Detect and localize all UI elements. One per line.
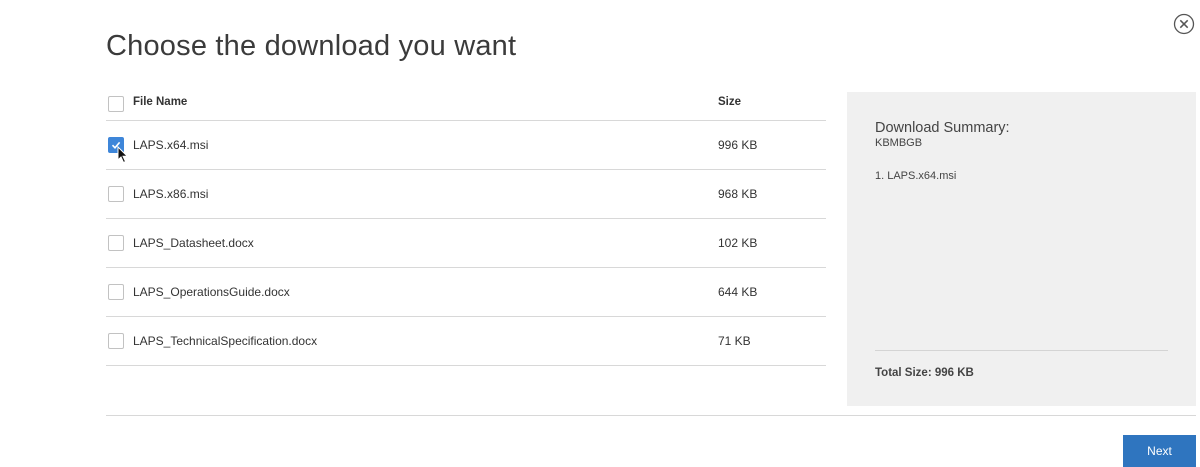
file-name: LAPS_Datasheet.docx <box>133 236 254 250</box>
close-icon[interactable] <box>1173 13 1195 35</box>
file-checkbox[interactable] <box>108 284 124 300</box>
table-row[interactable]: LAPS_OperationsGuide.docx 644 KB <box>106 268 826 317</box>
select-all-checkbox[interactable] <box>108 96 124 112</box>
file-checkbox[interactable] <box>108 186 124 202</box>
table-row[interactable]: LAPS.x86.msi 968 KB <box>106 170 826 219</box>
file-name: LAPS.x86.msi <box>133 187 209 201</box>
file-name: LAPS_TechnicalSpecification.docx <box>133 334 318 348</box>
download-summary-panel: Download Summary: KBMBGB 1. LAPS.x64.msi… <box>847 92 1196 406</box>
footer-divider <box>106 415 1196 416</box>
file-name: LAPS.x64.msi <box>133 138 209 152</box>
table-row[interactable]: LAPS_Datasheet.docx 102 KB <box>106 219 826 268</box>
summary-total-size: Total Size: 996 KB <box>875 367 974 379</box>
file-size: 102 KB <box>718 236 758 250</box>
file-table: File Name Size LAPS.x64.msi 996 KB LAPS.… <box>106 86 826 366</box>
summary-subtitle: KBMBGB <box>875 137 923 149</box>
file-name: LAPS_OperationsGuide.docx <box>133 285 290 299</box>
column-header-file-name: File Name <box>133 96 188 108</box>
table-header-row: File Name Size <box>106 86 826 121</box>
file-size: 71 KB <box>718 334 751 348</box>
table-row[interactable]: LAPS_TechnicalSpecification.docx 71 KB <box>106 317 826 366</box>
summary-list-item: 1. LAPS.x64.msi <box>875 170 957 182</box>
file-checkbox[interactable] <box>108 235 124 251</box>
summary-title: Download Summary: <box>875 120 1010 136</box>
mouse-cursor-icon <box>117 145 129 164</box>
page-title: Choose the download you want <box>106 30 517 62</box>
summary-divider <box>875 350 1168 351</box>
file-size: 996 KB <box>718 138 758 152</box>
next-button[interactable]: Next <box>1123 435 1196 467</box>
file-size: 968 KB <box>718 187 758 201</box>
file-checkbox[interactable] <box>108 333 124 349</box>
table-row[interactable]: LAPS.x64.msi 996 KB <box>106 121 826 170</box>
column-header-size: Size <box>718 96 742 108</box>
download-dialog: Choose the download you want File Name S… <box>0 0 1200 467</box>
file-size: 644 KB <box>718 285 758 299</box>
